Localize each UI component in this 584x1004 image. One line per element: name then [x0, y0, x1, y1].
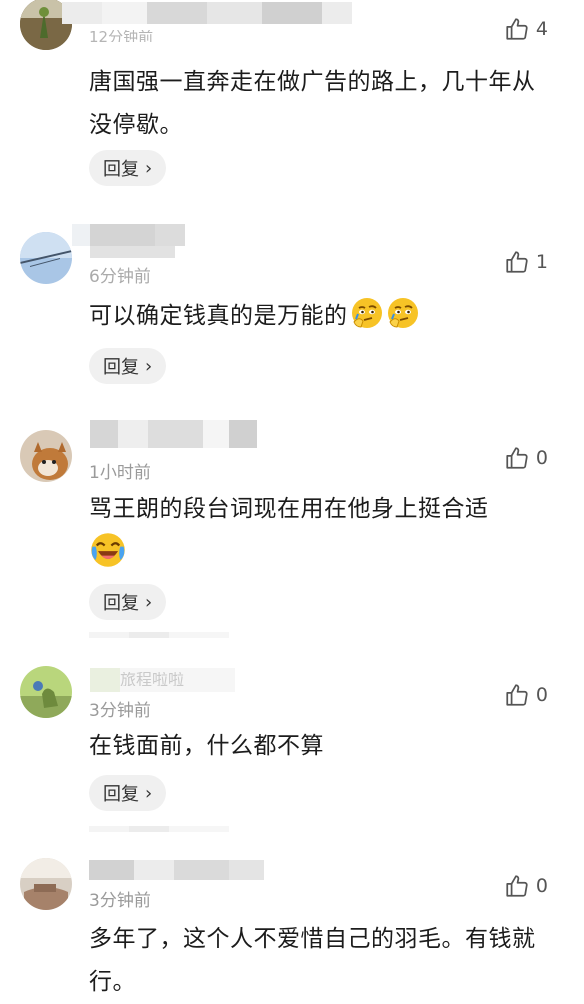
like-button[interactable]: 0 [504, 445, 548, 471]
avatar[interactable] [20, 666, 72, 718]
reply-button[interactable]: 回复 › [89, 775, 167, 811]
thinking-face-icon [351, 298, 382, 328]
username-blurred[interactable] [89, 860, 264, 880]
comment-text: 唐国强一直奔走在做广告的路上，几十年从没停歇。 [89, 69, 536, 138]
like-count: 0 [535, 684, 548, 706]
chevron-right-icon: › [145, 355, 153, 377]
like-count: 1 [535, 251, 548, 273]
like-button[interactable]: 4 [504, 16, 548, 42]
reply-button[interactable]: 回复 › [89, 584, 167, 620]
like-button[interactable]: 0 [504, 873, 548, 899]
comment-text: 骂王朗的段台词现在用在他身上挺合适 [89, 496, 489, 522]
username-blurred[interactable] [90, 420, 257, 448]
like-count: 0 [535, 447, 548, 469]
thumbs-up-icon [506, 18, 528, 40]
reply-label: 回复 [103, 784, 139, 805]
comment-time: 6分钟前 [89, 267, 151, 287]
laughing-crying-face-icon [91, 533, 125, 567]
thumbs-up-icon [506, 251, 528, 273]
thinking-face-icon [387, 298, 418, 328]
comment-body: 可以确定钱真的是万能的 [89, 295, 549, 338]
comment-time: 1小时前 [89, 463, 151, 483]
reply-label: 回复 [103, 357, 139, 378]
comment-text: 可以确定钱真的是万能的 [89, 303, 348, 329]
thumbs-up-icon [506, 875, 528, 897]
username-partial[interactable]: 旅程啦啦 [120, 672, 184, 686]
thumbs-up-icon [506, 447, 528, 469]
comment-time: 3分钟前 [89, 891, 151, 911]
comment-text: 在钱面前，什么都不算 [89, 733, 324, 759]
comment-time: 3分钟前 [89, 701, 151, 721]
comment-text: 多年了，这个人不爱惜自己的羽毛。有钱就行。 [89, 926, 536, 995]
thumbs-up-icon [506, 684, 528, 706]
avatar[interactable] [20, 430, 72, 482]
reply-label: 回复 [103, 593, 139, 614]
comment-time: 12分钟前 [89, 30, 154, 42]
chevron-right-icon: › [145, 782, 153, 804]
faint-divider [89, 632, 229, 638]
like-count: 4 [535, 18, 548, 40]
like-button[interactable]: 1 [504, 249, 548, 275]
like-button[interactable]: 0 [504, 682, 548, 708]
comment-body: 骂王朗的段台词现在用在他身上挺合适 [89, 488, 549, 576]
chevron-right-icon: › [145, 157, 153, 179]
reply-label: 回复 [103, 159, 139, 180]
faint-divider [89, 826, 229, 832]
username-blurred[interactable] [90, 246, 175, 258]
chevron-right-icon: › [145, 591, 153, 613]
reply-button[interactable]: 回复 › [89, 150, 167, 186]
avatar[interactable] [20, 858, 72, 910]
reply-button[interactable]: 回复 › [89, 348, 167, 384]
username-blurred[interactable] [62, 2, 352, 24]
username-blurred[interactable] [72, 224, 185, 246]
avatar[interactable] [20, 232, 72, 284]
like-count: 0 [535, 875, 548, 897]
